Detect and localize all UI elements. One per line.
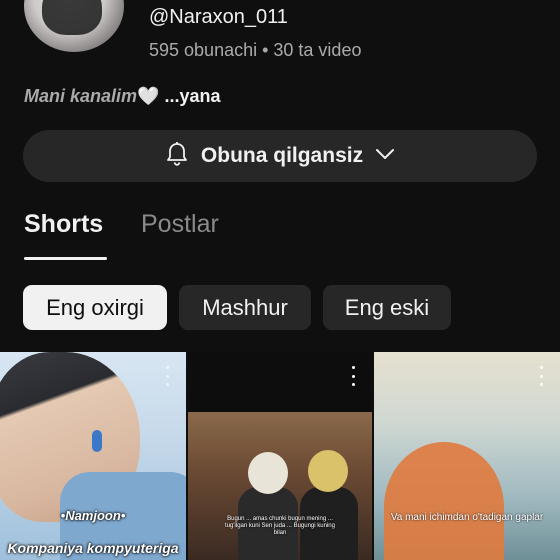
channel-stats: 595 obunachi • 30 ta video xyxy=(149,40,362,60)
chip-popular[interactable]: Mashhur xyxy=(179,285,311,330)
short-thumbnail-2[interactable]: Bugun ... amas chunki bugun mening ... t… xyxy=(188,352,372,560)
short-thumbnail-3[interactable]: Va mani ichimdan o'tadigan gaplar xyxy=(374,352,560,560)
tab-shorts[interactable]: Shorts xyxy=(24,210,103,239)
channel-handle: @Naraxon_011 xyxy=(149,6,288,28)
more-options-icon[interactable] xyxy=(160,366,174,386)
channel-description[interactable]: Mani kanalim🤍 ...yana xyxy=(24,86,221,107)
thumbnail-image-detail xyxy=(308,450,348,492)
subscribed-button[interactable]: Obuna qilgansiz xyxy=(23,130,537,182)
active-tab-indicator xyxy=(24,257,107,260)
more-options-icon[interactable] xyxy=(534,366,548,386)
short-caption: Bugun ... amas chunki bugun mening ... t… xyxy=(225,516,335,536)
description-text: Mani kanalim xyxy=(24,86,138,106)
chip-oldest[interactable]: Eng eski xyxy=(323,285,451,330)
short-caption: •Namjoon• xyxy=(60,508,126,523)
thumbnail-image-detail xyxy=(92,430,102,452)
thumbnail-image xyxy=(384,442,504,560)
tab-posts[interactable]: Postlar xyxy=(141,210,219,239)
channel-avatar[interactable] xyxy=(24,0,124,52)
bell-icon xyxy=(165,141,189,172)
short-thumbnail-1[interactable]: •Namjoon• Kompaniya kompyuteriga xyxy=(0,352,186,560)
thumbnail-image-detail xyxy=(248,452,288,494)
chevron-down-icon xyxy=(375,147,395,166)
avatar-image xyxy=(42,0,102,35)
short-caption: Kompaniya kompyuteriga xyxy=(7,540,179,556)
white-heart-icon: 🤍 xyxy=(137,86,160,106)
description-more-link[interactable]: ...yana xyxy=(159,86,220,106)
more-options-icon[interactable] xyxy=(346,366,360,386)
channel-tabs: Shorts Postlar xyxy=(0,210,560,262)
short-caption: Va mani ichimdan o'tadigan gaplar xyxy=(390,512,544,523)
subscribed-label: Obuna qilgansiz xyxy=(200,144,364,167)
chip-latest[interactable]: Eng oxirgi xyxy=(23,285,167,330)
